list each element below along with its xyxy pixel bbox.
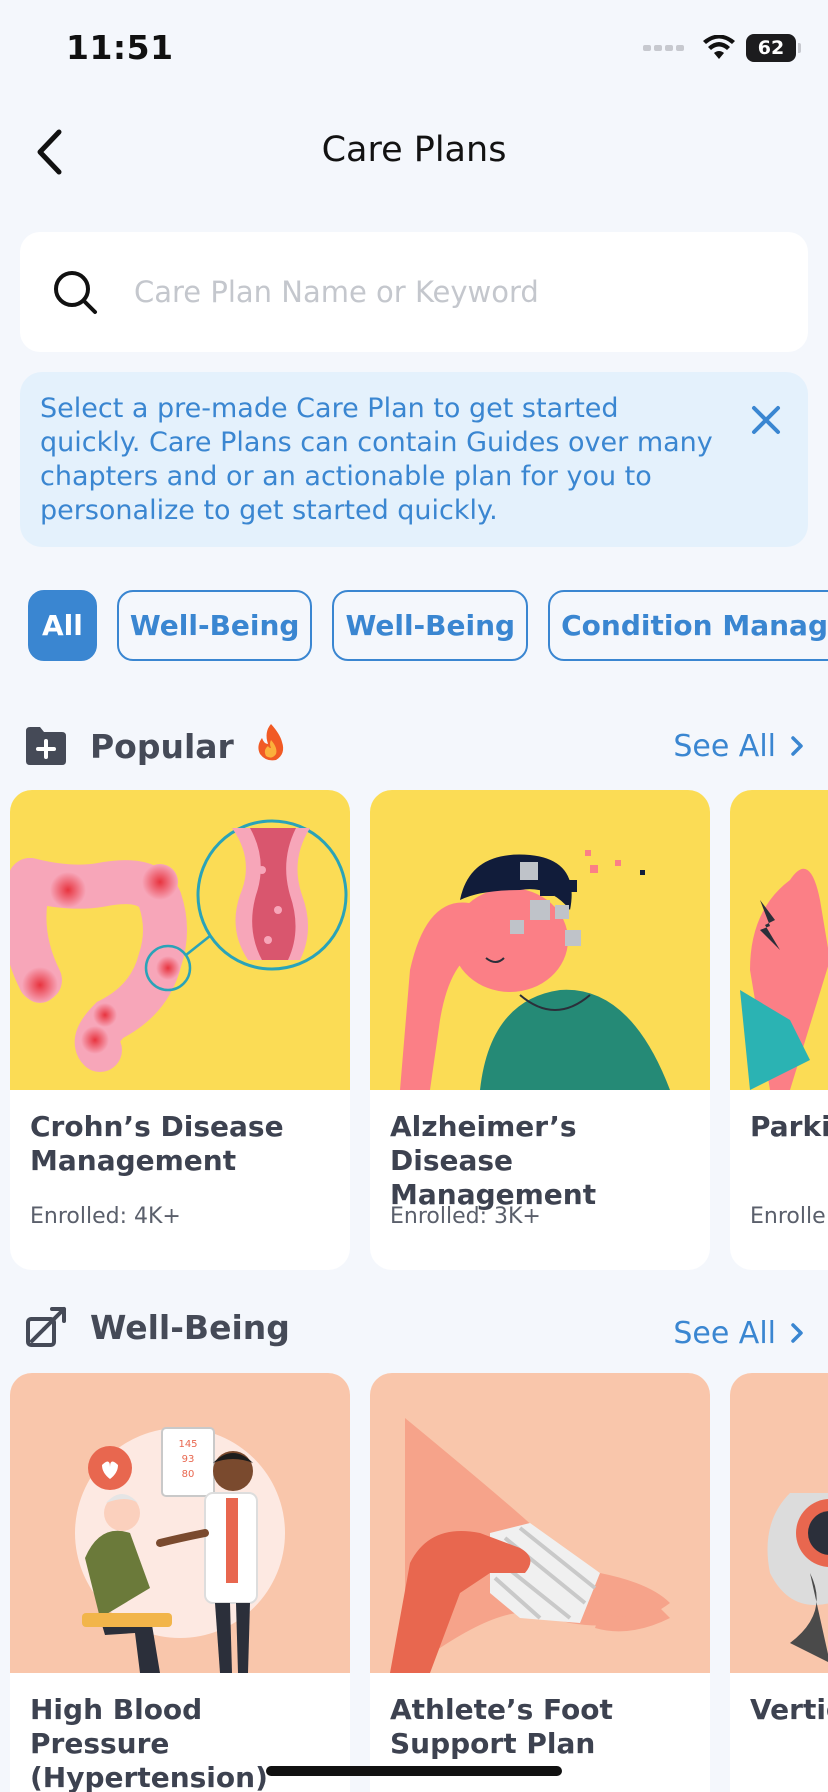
bp-reading-systolic: 145: [178, 1439, 197, 1450]
care-plan-card-vertigo[interactable]: Vertig Mana: [730, 1373, 828, 1792]
parkinsons-illustration: [730, 790, 828, 1090]
battery-level: 62: [757, 37, 785, 59]
status-bar: 11:51 62: [0, 0, 828, 100]
see-all-label: See All: [673, 1315, 776, 1351]
category-filter-bar: All Well-Being Well-Being Condition Mana…: [28, 590, 828, 661]
popular-section-title: Popular: [90, 726, 234, 766]
filter-chip-well-being-2[interactable]: Well-Being: [332, 590, 529, 661]
wellbeing-see-all-link[interactable]: See All: [673, 1316, 804, 1351]
wellbeing-section-title: Well-Being: [90, 1307, 290, 1347]
status-indicators: 62: [643, 34, 801, 62]
close-icon: [752, 406, 780, 434]
page-title: Care Plans: [321, 130, 507, 170]
care-plans-screen: 11:51 62 Care Plans Select a pre-mad: [0, 0, 828, 1792]
vertigo-illustration: [730, 1373, 828, 1673]
crohns-illustration: [10, 790, 350, 1090]
popular-see-all-link[interactable]: See All: [673, 729, 804, 764]
cellular-signal-icon: [643, 45, 684, 51]
expand-arrows-icon: [24, 1305, 68, 1349]
battery-icon: 62: [746, 34, 801, 62]
popular-section-header: Popular See All: [24, 716, 804, 776]
care-plan-card-alzheimers[interactable]: Alzheimer’s Disease Management Enrolled:…: [370, 790, 710, 1270]
hypertension-illustration: 145 93 80: [10, 1373, 350, 1673]
alzheimers-illustration: [370, 790, 710, 1090]
search-icon: [50, 267, 100, 317]
folder-add-icon: [24, 724, 68, 768]
see-all-label: See All: [673, 728, 776, 764]
search-input[interactable]: [134, 275, 774, 309]
care-plan-card-parkinsons[interactable]: Parkin Plan Enrolle: [730, 790, 828, 1270]
wellbeing-section-header: Well-Being See All: [24, 1297, 804, 1357]
info-banner-text: Select a pre-made Care Plan to get start…: [40, 393, 713, 526]
card-enrolled-count: Enrolled: 3K+: [390, 1204, 541, 1229]
fire-icon: [254, 722, 288, 771]
filter-chip-condition-management[interactable]: Condition Manage: [548, 590, 828, 661]
care-plan-card-crohns[interactable]: Crohn’s Disease Management Enrolled: 4K+: [10, 790, 350, 1270]
wellbeing-cards-row: 145 93 80 High Blood Pressure (Hypertens…: [10, 1373, 828, 1792]
care-plan-card-athletes-foot[interactable]: Athlete’s Foot Support Plan: [370, 1373, 710, 1792]
filter-chip-all[interactable]: All: [28, 590, 97, 661]
close-banner-button[interactable]: [744, 398, 788, 442]
status-time: 11:51: [66, 28, 174, 67]
wifi-icon: [703, 35, 735, 59]
care-plan-card-hypertension[interactable]: 145 93 80 High Blood Pressure (Hypertens…: [10, 1373, 350, 1792]
search-bar[interactable]: [20, 232, 808, 352]
home-indicator: [266, 1766, 562, 1776]
popular-cards-row: Crohn’s Disease Management Enrolled: 4K+: [10, 790, 828, 1270]
athletes-foot-illustration: [370, 1373, 710, 1673]
bp-reading-diastolic: 93: [182, 1454, 195, 1465]
card-title: Parkin Plan: [750, 1110, 828, 1143]
filter-chip-well-being[interactable]: Well-Being: [116, 590, 313, 661]
card-title: Vertig Mana: [750, 1693, 828, 1726]
chevron-right-icon: [791, 1323, 803, 1343]
card-title: Alzheimer’s Disease Management: [390, 1110, 597, 1211]
card-enrolled-count: Enrolled: 4K+: [30, 1204, 181, 1229]
card-title: Crohn’s Disease Management: [30, 1110, 284, 1177]
bp-reading-pulse: 80: [182, 1469, 195, 1480]
info-banner: Select a pre-made Care Plan to get start…: [20, 372, 808, 547]
chevron-right-icon: [791, 736, 803, 756]
card-enrolled-count: Enrolle: [750, 1204, 826, 1229]
